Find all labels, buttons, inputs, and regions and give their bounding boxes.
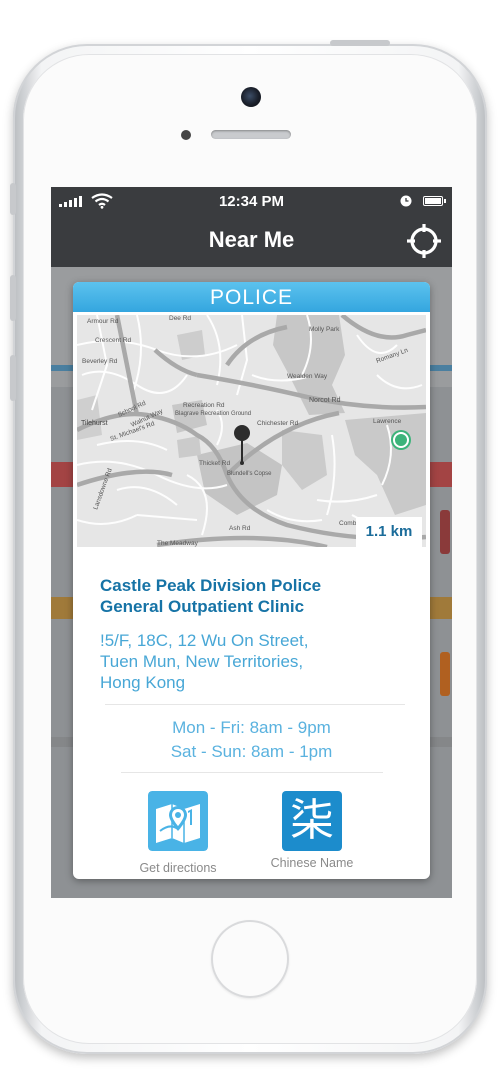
address: !5/F, 18C, 12 Wu On Street, Tuen Mun, Ne…	[100, 630, 420, 693]
road-label: Molly Park	[309, 326, 340, 333]
divider	[121, 772, 383, 773]
chinese-name-label: Chinese Name	[270, 856, 354, 870]
road-label: Dee Rd	[169, 315, 191, 322]
map-graphic: Armour Rd Crescent Rd Beverley Rd School…	[77, 315, 426, 547]
screen: 12:34 PM Near Me POLICE Armour Rd Cresce…	[51, 187, 452, 898]
chinese-name-button[interactable]: 柒 Chinese Name	[252, 791, 372, 870]
hours-line: Mon - Fri: 8am - 9pm	[172, 718, 331, 737]
address-line: Tuen Mun, New Territories,	[100, 652, 304, 671]
road-label: The Meadway	[157, 540, 199, 547]
road-label: Crescent Rd	[95, 337, 132, 344]
road-label: Thicket Rd	[199, 460, 230, 467]
road-label: Ash Rd	[229, 525, 251, 532]
status-bar: 12:34 PM	[51, 187, 452, 215]
distance-badge: 1.1 km	[356, 517, 422, 547]
battery-icon	[423, 196, 446, 206]
proximity-sensor	[181, 130, 191, 140]
place-name: Castle Peak Division Police General Outp…	[100, 575, 410, 617]
volume-up-button	[10, 275, 16, 321]
chinese-glyph: 柒	[290, 795, 334, 846]
volume-down-button	[10, 355, 16, 401]
status-time: 12:34 PM	[218, 193, 285, 210]
nav-bar: Near Me	[51, 215, 452, 267]
location-map[interactable]: Armour Rd Crescent Rd Beverley Rd School…	[77, 315, 426, 547]
category-header: POLICE	[73, 282, 430, 312]
place-label: Blagrave Recreation Ground	[175, 411, 251, 417]
road-label: Wealden Way	[287, 373, 328, 380]
place-name-line: General Outpatient Clinic	[100, 597, 305, 616]
road-label: Recreation Rd	[183, 402, 225, 409]
road-label: Norcot Rd	[309, 397, 341, 404]
location-card: POLICE Armour Rd Crescent Rd Beverley Rd…	[73, 282, 430, 879]
get-directions-button[interactable]: Get directions	[118, 791, 238, 875]
earpiece-speaker	[211, 130, 291, 139]
road-label: Beverley Rd	[82, 358, 118, 365]
address-line: Hong Kong	[100, 673, 186, 692]
alarm-clock-icon	[400, 195, 412, 207]
road-label: Tilehurst	[81, 420, 108, 427]
road-label: Armour Rd	[87, 318, 119, 325]
chinese-character-icon: 柒	[282, 791, 342, 851]
locate-crosshair-icon[interactable]	[406, 223, 442, 259]
current-location-marker-icon	[391, 430, 411, 450]
page-title: Near Me	[208, 227, 295, 252]
road-label: Chichester Rd	[257, 420, 299, 427]
opening-hours: Mon - Fri: 8am - 9pm Sat - Sun: 8am - 1p…	[73, 716, 430, 764]
place-name-line: Castle Peak Division Police	[100, 576, 322, 595]
hours-line: Sat - Sun: 8am - 1pm	[170, 742, 333, 761]
map-directions-icon	[148, 791, 208, 851]
get-directions-label: Get directions	[139, 861, 217, 875]
address-line: !5/F, 18C, 12 Wu On Street,	[100, 631, 309, 650]
side-switch	[10, 183, 16, 215]
place-label: Blundell's Copse	[227, 471, 272, 477]
divider	[105, 704, 405, 705]
power-button	[330, 40, 390, 46]
road-label: Lawrence	[373, 418, 402, 425]
home-button[interactable]	[211, 920, 289, 998]
front-camera	[241, 87, 261, 107]
